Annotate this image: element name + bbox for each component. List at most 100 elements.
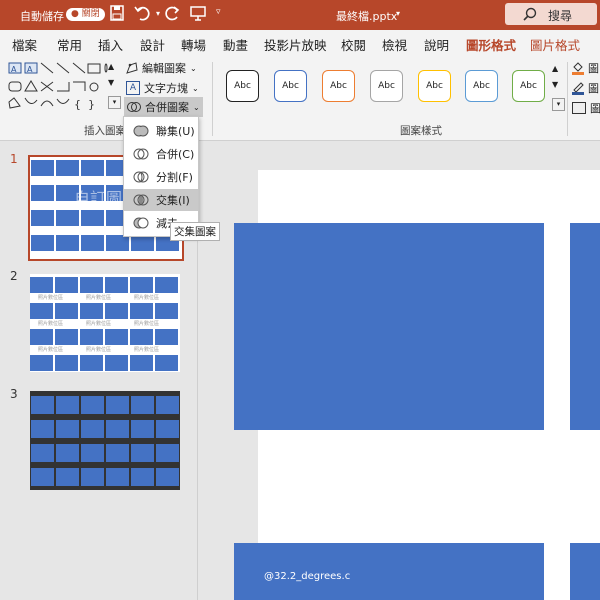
intersect-icon — [133, 193, 149, 207]
merge-shapes-icon — [127, 101, 141, 113]
shape-effects-label: 圖 — [590, 102, 600, 115]
thumbnail-tile — [30, 329, 53, 345]
fragment-label: 分割(F) — [156, 171, 193, 184]
shape-effects-button[interactable]: 圖 — [572, 100, 600, 116]
thumbnail-tile — [106, 396, 129, 414]
more-styles-icon[interactable]: ▾ — [552, 98, 565, 111]
thumbnail-tile — [81, 235, 104, 251]
shape-style-4-text: Abc — [378, 81, 395, 91]
thumbnail-tile — [56, 160, 79, 176]
thumbnail-tile — [80, 303, 103, 319]
shape-style-1[interactable]: Abc — [226, 70, 259, 102]
menu-item-intersect[interactable]: 交集(I) — [124, 189, 198, 211]
tab-animations[interactable]: 動畫 — [223, 35, 248, 54]
tab-transitions[interactable]: 轉場 — [181, 35, 206, 54]
file-name-dropdown-icon[interactable]: ▾ — [396, 9, 400, 18]
thumbnail-2-caption: 照片數位區 — [38, 295, 64, 301]
thumbnail-tile — [56, 444, 79, 462]
tab-insert[interactable]: 插入 — [98, 35, 123, 54]
thumbnail-tile — [31, 235, 54, 251]
shape-style-6[interactable]: Abc — [465, 70, 498, 102]
thumbnail-tile — [130, 329, 153, 345]
save-icon[interactable] — [110, 5, 124, 21]
slide-thumbnail-3[interactable] — [30, 391, 180, 490]
tab-shape-format[interactable]: 圖形格式 — [466, 35, 517, 59]
shape-style-4[interactable]: Abc — [370, 70, 403, 102]
search-placeholder: 搜尋 — [548, 9, 573, 23]
merge-shapes-button[interactable]: 合併圖案 ⌄ — [124, 97, 203, 117]
thumbnail-tile — [31, 396, 54, 414]
undo-icon[interactable] — [134, 5, 154, 21]
shape-style-6-text: Abc — [473, 81, 490, 91]
thumbnail-tile — [130, 303, 153, 319]
merge-shapes-label: 合併圖案 — [145, 101, 189, 114]
tab-design[interactable]: 設計 — [140, 35, 165, 54]
text-box-button[interactable]: A 文字方塊 ⌄ — [126, 80, 199, 96]
menu-item-combine[interactable]: 合併(C) — [124, 143, 198, 165]
shapes-gallery[interactable]: A A { } — [8, 62, 108, 114]
current-slide[interactable]: @32.2_degrees.c — [234, 170, 600, 600]
thumbnail-tile — [31, 210, 54, 226]
present-icon[interactable] — [190, 5, 206, 21]
styles-scroll-up-icon[interactable]: ▲ — [552, 64, 558, 73]
tab-picture-format[interactable]: 圖片格式 — [530, 35, 580, 54]
shape-style-3[interactable]: Abc — [322, 70, 355, 102]
autosave-toggle[interactable]: ● 關閉 — [66, 8, 105, 21]
blue-rectangle-1[interactable] — [234, 223, 544, 430]
thumbnail-2-caption: 照片數位區 — [38, 321, 64, 327]
edit-shape-button[interactable]: 編輯圖案 ⌄ — [126, 60, 197, 76]
intersect-label: 交集(I) — [156, 194, 190, 207]
styles-scroll-down-icon[interactable]: ▼ — [552, 80, 558, 89]
search-box[interactable]: 搜尋 — [505, 3, 597, 25]
thumbnail-tile — [31, 160, 54, 176]
thumbnail-tile — [56, 468, 79, 486]
shape-style-3-text: Abc — [330, 81, 347, 91]
svg-text:A: A — [27, 65, 33, 74]
more-shapes-icon[interactable]: ▾ — [108, 96, 121, 109]
tab-review[interactable]: 校閱 — [341, 35, 366, 54]
thumbnail-tile — [80, 355, 103, 371]
shape-style-5[interactable]: Abc — [418, 70, 451, 102]
ribbon-divider — [212, 62, 213, 136]
tab-home[interactable]: 常用 — [57, 35, 82, 54]
shape-outline-label: 圖 — [588, 82, 599, 95]
scroll-up-icon[interactable]: ▲ — [108, 62, 114, 71]
blue-rectangle-2[interactable] — [570, 223, 600, 430]
subtract-icon — [133, 216, 149, 230]
tab-slideshow[interactable]: 投影片放映 — [264, 35, 327, 54]
merge-shapes-menu: 聯集(U) 合併(C) 分割(F) 交集(I) 減去 — [123, 116, 199, 237]
slide-number-3: 3 — [10, 387, 18, 401]
blue-rectangle-4[interactable] — [570, 543, 600, 600]
thumbnail-tile — [131, 420, 154, 438]
shape-style-7[interactable]: Abc — [512, 70, 545, 102]
thumbnail-2-caption: 照片數位區 — [86, 295, 112, 301]
thumbnail-tile — [106, 468, 129, 486]
tab-view[interactable]: 檢視 — [382, 35, 407, 54]
thumbnail-tile — [131, 444, 154, 462]
shape-style-1-text: Abc — [234, 81, 251, 91]
undo-dropdown-icon[interactable]: ▾ — [156, 9, 160, 18]
redo-icon[interactable] — [165, 5, 181, 21]
thumbnail-tile — [30, 277, 53, 293]
menu-item-fragment[interactable]: 分割(F) — [124, 166, 198, 188]
shape-style-2[interactable]: Abc — [274, 70, 307, 102]
tab-help[interactable]: 說明 — [424, 35, 449, 54]
slide-number-2: 2 — [10, 269, 18, 283]
union-label: 聯集(U) — [156, 125, 195, 138]
thumbnail-tile — [81, 160, 104, 176]
shape-style-5-text: Abc — [426, 81, 443, 91]
scroll-down-icon[interactable]: ▼ — [108, 78, 114, 87]
shape-style-2-text: Abc — [282, 81, 299, 91]
slide-thumbnail-2[interactable]: 照片數位區 照片數位區 照片數位區 照片數位區 照片數位區 照片數位區 照片數位區 照片數位區… — [30, 274, 180, 372]
thumbnail-tile — [105, 303, 128, 319]
file-name: 最終檔.pptx — [336, 10, 398, 23]
shape-fill-button[interactable]: 圖 — [572, 60, 599, 76]
customize-toolbar-icon[interactable]: ▿ — [216, 7, 221, 17]
thumbnail-tile — [31, 468, 54, 486]
menu-item-union[interactable]: 聯集(U) — [124, 120, 198, 142]
tab-file[interactable]: 檔案 — [12, 35, 37, 54]
thumbnail-tile — [131, 396, 154, 414]
thumbnail-tile — [130, 277, 153, 293]
shape-outline-button[interactable]: 圖 — [572, 80, 599, 96]
edit-shape-label: 編輯圖案 — [142, 62, 186, 75]
